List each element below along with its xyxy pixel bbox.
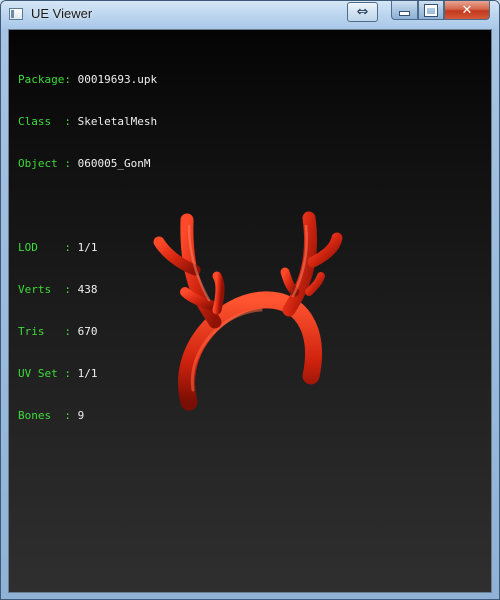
app-window: UE Viewer ⇔ ✕ Package: 00019693.upk Clas… — [0, 0, 500, 600]
minimize-icon — [399, 10, 410, 16]
maximize-icon — [425, 4, 437, 16]
swap-button[interactable]: ⇔ — [347, 2, 378, 22]
window-title: UE Viewer — [31, 6, 93, 21]
close-icon: ✕ — [461, 2, 473, 18]
title-bar[interactable]: UE Viewer ⇔ ✕ — [1, 1, 499, 29]
swap-icon: ⇔ — [356, 4, 369, 20]
maximize-button[interactable] — [418, 1, 444, 20]
close-button[interactable]: ✕ — [444, 1, 490, 20]
app-window-icon — [9, 8, 23, 20]
minimize-button[interactable] — [391, 1, 418, 20]
rendered-mesh — [153, 211, 343, 411]
antler-headband-model — [153, 211, 343, 411]
3d-viewport[interactable]: Package: 00019693.upk Class : SkeletalMe… — [8, 29, 492, 593]
